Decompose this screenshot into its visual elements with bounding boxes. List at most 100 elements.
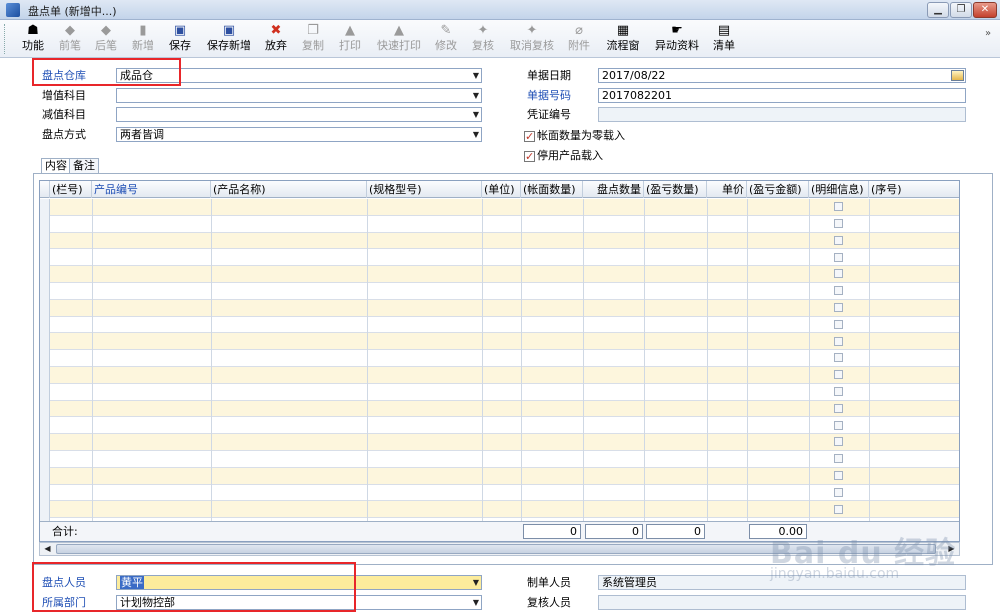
col-header-diff-amount[interactable]: (盈亏金额) <box>747 181 809 198</box>
scroll-left-icon[interactable]: ◀ <box>41 543 54 555</box>
doc-date-input[interactable]: 2017/08/22 <box>598 68 966 83</box>
col-header-unit-price[interactable]: 单价 <box>707 181 747 198</box>
toolbar-overflow-icon[interactable]: » <box>985 28 991 39</box>
next-icon: ◆ <box>101 23 111 38</box>
maximize-button[interactable]: ❐ <box>950 2 972 18</box>
increase-account-select[interactable]: ▼ <box>116 88 482 103</box>
detail-checkbox[interactable] <box>834 269 843 278</box>
cancel-review-button[interactable]: ✦ 取消复核 <box>507 22 557 56</box>
col-header-count-qty[interactable]: 盘点数量 <box>583 181 644 198</box>
col-header-serial[interactable]: (序号) <box>869 181 959 198</box>
decrease-account-select[interactable]: ▼ <box>116 107 482 122</box>
detail-checkbox[interactable] <box>834 337 843 346</box>
chevron-down-icon[interactable]: ▼ <box>473 596 479 609</box>
copy-icon: ❐ <box>307 23 319 38</box>
save-icon: ▣ <box>173 23 187 38</box>
chevron-down-icon[interactable]: ▼ <box>473 576 479 589</box>
decrease-account-label: 减值科目 <box>42 108 86 121</box>
function-button[interactable]: ☗ 功能 <box>20 22 46 56</box>
next-button[interactable]: ◆ 后笔 <box>93 22 119 56</box>
list-button[interactable]: ▤ 清单 <box>711 22 737 56</box>
toolbar-grip <box>4 24 7 54</box>
col-header-product-name[interactable]: (产品名称) <box>211 181 367 198</box>
detail-checkbox[interactable] <box>834 253 843 262</box>
col-header-diff-qty[interactable]: (盈亏数量) <box>644 181 707 198</box>
print-icon: ▲ <box>345 23 355 38</box>
col-header-detail-info[interactable]: (明细信息) <box>809 181 869 198</box>
detail-checkbox[interactable] <box>834 454 843 463</box>
total-diff-qty: 0 <box>646 524 705 539</box>
edit-button[interactable]: ✎ 修改 <box>433 22 459 56</box>
detail-checkbox[interactable] <box>834 421 843 430</box>
detail-checkbox[interactable] <box>834 286 843 295</box>
col-header-spec[interactable]: (规格型号) <box>367 181 482 198</box>
doc-number-input[interactable]: 2017082201 <box>598 88 966 103</box>
detail-grid: (栏号) 产品编号 (产品名称) (规格型号) (单位) (帐面数量) 盘点数量… <box>39 180 960 542</box>
total-book-qty: 0 <box>523 524 581 539</box>
detail-checkbox[interactable] <box>834 303 843 312</box>
save-new-button[interactable]: ▣ 保存新增 <box>204 22 254 56</box>
checkmark-icon: ✓ <box>524 150 535 163</box>
discard-button[interactable]: ✖ 放弃 <box>263 22 289 56</box>
detail-checkbox[interactable] <box>834 404 843 413</box>
save-button[interactable]: ▣ 保存 <box>167 22 193 56</box>
detail-checkbox[interactable] <box>834 236 843 245</box>
highlight-box-footer <box>32 562 356 612</box>
detail-checkbox[interactable] <box>834 488 843 497</box>
reviewer-field <box>598 595 966 610</box>
detail-checkbox-column <box>40 199 959 521</box>
watermark-url: jingyan.baidu.com <box>770 566 900 582</box>
total-label: 合计: <box>52 525 78 538</box>
detail-checkbox[interactable] <box>834 370 843 379</box>
reviewer-label: 复核人员 <box>527 596 571 609</box>
col-header-product-code[interactable]: 产品编号 <box>92 181 211 198</box>
zero-load-checkbox[interactable]: ✓ 帐面数量为零载入 <box>524 128 625 143</box>
change-data-icon: ☛ <box>671 23 683 38</box>
change-data-button[interactable]: ☛ 异动资料 <box>652 22 702 56</box>
chevron-down-icon[interactable]: ▼ <box>473 69 479 82</box>
close-button[interactable]: ✕ <box>973 2 997 18</box>
detail-checkbox[interactable] <box>834 320 843 329</box>
col-header-unit[interactable]: (单位) <box>482 181 521 198</box>
detail-checkbox[interactable] <box>834 387 843 396</box>
review-button[interactable]: ✦ 复核 <box>470 22 496 56</box>
chevron-down-icon[interactable]: ▼ <box>473 108 479 121</box>
increase-account-label: 增值科目 <box>42 89 86 102</box>
print-button[interactable]: ▲ 打印 <box>337 22 363 56</box>
chevron-down-icon[interactable]: ▼ <box>473 128 479 141</box>
doc-number-label: 单据号码 <box>527 89 571 102</box>
title-bar: 盘点单 (新增中...) ▁ ❐ ✕ <box>0 0 1000 20</box>
review-icon: ✦ <box>477 23 489 38</box>
calendar-icon[interactable] <box>951 70 964 81</box>
app-icon <box>6 3 20 17</box>
voucher-number-label: 凭证编号 <box>527 108 571 121</box>
tab-notes[interactable]: 备注 <box>69 158 99 174</box>
attachment-icon: ⌀ <box>575 23 583 38</box>
toolbar: ☗ 功能 ◆ 前笔 ◆ 后笔 ▮ 新增 ▣ 保存 ▣ 保存新增 ✖ 放弃 ❐ 复制 ▲ 打印 ▲ 快… <box>0 20 1000 58</box>
flow-window-button[interactable]: ▦ 流程窗 <box>604 22 642 56</box>
attachment-button[interactable]: ⌀ 附件 <box>566 22 592 56</box>
col-header-line-no[interactable]: (栏号) <box>50 181 92 198</box>
detail-checkbox[interactable] <box>834 219 843 228</box>
detail-checkbox[interactable] <box>834 471 843 480</box>
flow-window-icon: ▦ <box>616 23 630 38</box>
count-method-label: 盘点方式 <box>42 128 86 141</box>
disabled-product-checkbox[interactable]: ✓ 停用产品载入 <box>524 148 603 163</box>
previous-button[interactable]: ◆ 前笔 <box>57 22 83 56</box>
copy-button[interactable]: ❐ 复制 <box>300 22 326 56</box>
function-icon: ☗ <box>27 23 39 38</box>
count-method-select[interactable]: 两者皆调 ▼ <box>116 127 482 142</box>
list-icon: ▤ <box>717 23 731 38</box>
detail-checkbox[interactable] <box>834 505 843 514</box>
detail-checkbox[interactable] <box>834 353 843 362</box>
detail-checkbox[interactable] <box>834 202 843 211</box>
discard-icon: ✖ <box>270 23 282 38</box>
minimize-button[interactable]: ▁ <box>927 2 949 18</box>
col-header-book-qty[interactable]: (帐面数量) <box>521 181 583 198</box>
maker-label: 制单人员 <box>527 576 571 589</box>
chevron-down-icon[interactable]: ▼ <box>473 89 479 102</box>
detail-checkbox[interactable] <box>834 437 843 446</box>
quick-print-button[interactable]: ▲ 快速打印 <box>374 22 424 56</box>
edit-icon: ✎ <box>440 23 452 38</box>
new-button[interactable]: ▮ 新增 <box>130 22 156 56</box>
